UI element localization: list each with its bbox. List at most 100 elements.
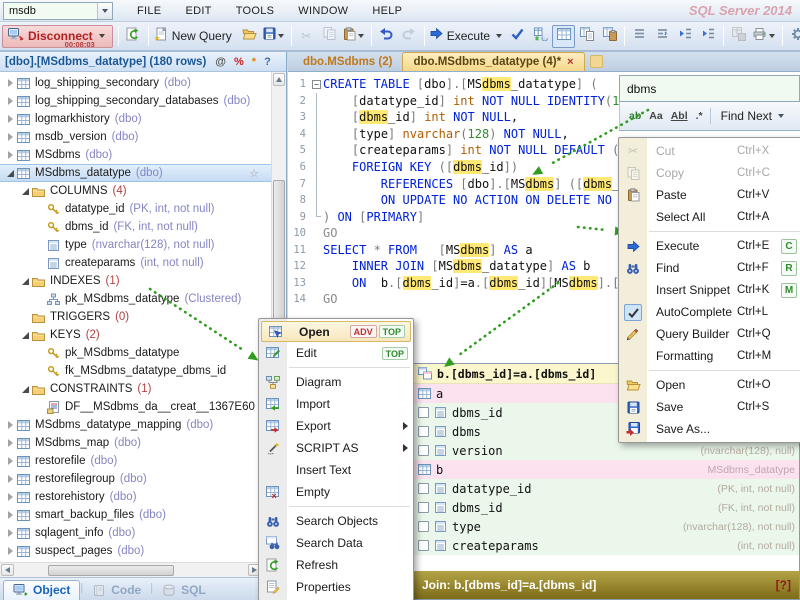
tree-item-msdb-version[interactable]: msdb_version (dbo) [0, 128, 271, 146]
menu-item-formatting[interactable]: Formatting Ctrl+M [619, 345, 800, 367]
menu-item-autocomplete[interactable]: AutoComplete Ctrl+L [619, 301, 800, 323]
print-button[interactable] [750, 25, 779, 48]
menu-item-diagram[interactable]: Diagram [259, 371, 413, 393]
checkbox[interactable] [418, 407, 429, 418]
menu-item-script-as[interactable]: ★ SCRIPT AS [259, 437, 413, 459]
results-grid-button[interactable] [552, 24, 576, 48]
menu-item-find[interactable]: Find Ctrl+F R [619, 257, 800, 279]
tree-item-createparams[interactable]: createparams (int, not null) [0, 254, 271, 272]
expand-arrow-icon[interactable] [4, 420, 17, 430]
menu-file[interactable]: FILE [125, 2, 173, 20]
tree-item-msdbms-datatype[interactable]: MSdbms_datatype (dbo) ☆ [0, 164, 271, 182]
tree-item-msdbms-datatype-mapping[interactable]: MSdbms_datatype_mapping (dbo) [0, 416, 271, 434]
editor-tab-active[interactable]: dbo.MSdbms_datatype (4)* × [402, 52, 585, 71]
chevron-down-icon[interactable] [97, 2, 112, 19]
refresh-button[interactable] [122, 25, 145, 48]
tree-item-msdbms-map[interactable]: MSdbms_map (dbo) [0, 434, 271, 452]
collapse-arrow-icon[interactable] [19, 276, 32, 286]
expand-arrow-icon[interactable] [4, 438, 17, 448]
database-selector[interactable]: msdb [3, 1, 113, 20]
menu-item-search-objects[interactable]: Search Objects [259, 510, 413, 532]
expand-arrow-icon[interactable] [4, 456, 17, 466]
menu-item-save[interactable]: Save Ctrl+S [619, 396, 800, 418]
tree-horizontal-scrollbar[interactable] [0, 562, 262, 577]
add-object-button[interactable] [529, 25, 552, 48]
save-button[interactable] [261, 25, 288, 48]
outdent-button[interactable] [674, 25, 697, 48]
scrollbar-thumb[interactable] [48, 565, 174, 576]
expand-arrow-icon[interactable] [4, 528, 17, 538]
favorite-star-icon[interactable]: ☆ [249, 167, 259, 180]
scrollbar-thumb[interactable] [273, 180, 285, 330]
new-query-button[interactable]: ★ New Query [152, 25, 238, 48]
join-row-createparams[interactable]: createparams (int, not null) [414, 536, 799, 555]
collapse-arrow-icon[interactable] [19, 384, 32, 394]
scroll-left-button[interactable] [1, 564, 14, 576]
tree-item-smart-backup-files[interactable]: smart_backup_files (dbo) [0, 506, 271, 524]
results-file-button[interactable] [598, 25, 621, 48]
expand-arrow-icon[interactable] [4, 546, 17, 556]
menu-item-select-all[interactable]: Select All Ctrl+A [619, 206, 800, 228]
header-symbol-[interactable]: @ [215, 56, 226, 68]
expand-arrow-icon[interactable] [4, 474, 17, 484]
search-input[interactable]: dbms [619, 75, 800, 102]
indent-button[interactable] [697, 25, 720, 48]
replace-toggle-icon[interactable]: ab [625, 108, 645, 124]
tree-item-dbms-id[interactable]: dbms_id (FK, int, not null) [0, 218, 271, 236]
menu-item-execute[interactable]: Execute Ctrl+E C [619, 235, 800, 257]
close-icon[interactable]: × [567, 56, 573, 68]
settings-button[interactable] [786, 25, 800, 48]
scroll-up-button[interactable] [273, 73, 285, 86]
menu-edit[interactable]: EDIT [173, 2, 223, 20]
menu-item-properties[interactable]: Properties [259, 576, 413, 598]
menu-item-search-data[interactable]: Search Data [259, 532, 413, 554]
menu-item-refresh[interactable]: Refresh [259, 554, 413, 576]
find-next-button[interactable]: Find Next [721, 109, 784, 123]
whole-word-toggle-icon[interactable]: Abl [667, 108, 692, 124]
tree-item-datatype-id[interactable]: datatype_id (PK, int, not null) [0, 200, 271, 218]
tree-item-keys[interactable]: KEYS (2) [0, 326, 271, 344]
tree-item-log-shipping-secondary-databases[interactable]: log_shipping_secondary_databases (dbo) [0, 92, 271, 110]
checkbox[interactable] [418, 502, 429, 513]
object-tree[interactable]: log_shipping_secondary (dbo) log_shipping_… [0, 72, 271, 562]
tree-item-pk-msdbms-datatype[interactable]: pk_MSdbms_datatype (Clustered) [0, 290, 271, 308]
tab-object[interactable]: Object [3, 580, 81, 600]
fold-collapse-icon[interactable]: − [312, 79, 321, 89]
help-link[interactable]: [?] [776, 578, 791, 592]
tab-code[interactable]: Code [83, 581, 150, 600]
checkbox[interactable] [418, 521, 429, 532]
open-file-button[interactable] [238, 25, 261, 48]
join-row-type[interactable]: type (nvarchar(128), not null) [414, 517, 799, 536]
tree-item-logmarkhistory[interactable]: logmarkhistory (dbo) [0, 110, 271, 128]
execute-button[interactable]: Execute [428, 25, 506, 48]
undo-button[interactable] [375, 25, 398, 48]
tree-item-indexes[interactable]: INDEXES (1) [0, 272, 271, 290]
menu-window[interactable]: WINDOW [286, 2, 360, 20]
tree-item-restorefilegroup[interactable]: restorefilegroup (dbo) [0, 470, 271, 488]
menu-item-edit[interactable]: Edit TOP [259, 342, 413, 364]
tab-sql[interactable]: SQL [153, 581, 215, 600]
editor-tab-inactive[interactable]: dbo.MSdbms (2) [293, 53, 402, 71]
collapse-arrow-icon[interactable] [4, 168, 17, 178]
menu-item-query-builder[interactable]: Query Builder Ctrl+Q [619, 323, 800, 345]
menu-item-export[interactable]: Export [259, 415, 413, 437]
collapse-arrow-icon[interactable] [19, 186, 32, 196]
join-row-version[interactable]: version (nvarchar(128), null) [414, 441, 799, 460]
menu-item-save-as[interactable]: Save As... [619, 418, 800, 440]
disconnect-button[interactable]: Disconnect 00:08:03 [2, 24, 113, 49]
checkbox[interactable] [418, 540, 429, 551]
tree-item-df-msdbms-da-creat-1367e60[interactable]: DF__MSdbms_da__creat__1367E60 [0, 398, 271, 416]
header-symbol-[interactable]: % [234, 56, 244, 68]
menu-item-import[interactable]: Import [259, 393, 413, 415]
tree-item-columns[interactable]: COLUMNS (4) [0, 182, 271, 200]
header-symbol-[interactable]: * [252, 56, 256, 68]
tree-item-pk-msdbms-datatype[interactable]: pk_MSdbms_datatype [0, 344, 271, 362]
tab-strip-button[interactable] [589, 55, 603, 68]
line-numbers-button[interactable] [628, 25, 651, 48]
tree-item-sqlagent-info[interactable]: sqlagent_info (dbo) [0, 524, 271, 542]
menu-help[interactable]: HELP [360, 2, 414, 20]
menu-item-insert-snippet[interactable]: Insert Snippet Ctrl+K M [619, 279, 800, 301]
menu-item-insert-text[interactable]: Insert Text [259, 459, 413, 481]
menu-tools[interactable]: TOOLS [224, 2, 287, 20]
tree-item-type[interactable]: type (nvarchar(128), not null) [0, 236, 271, 254]
